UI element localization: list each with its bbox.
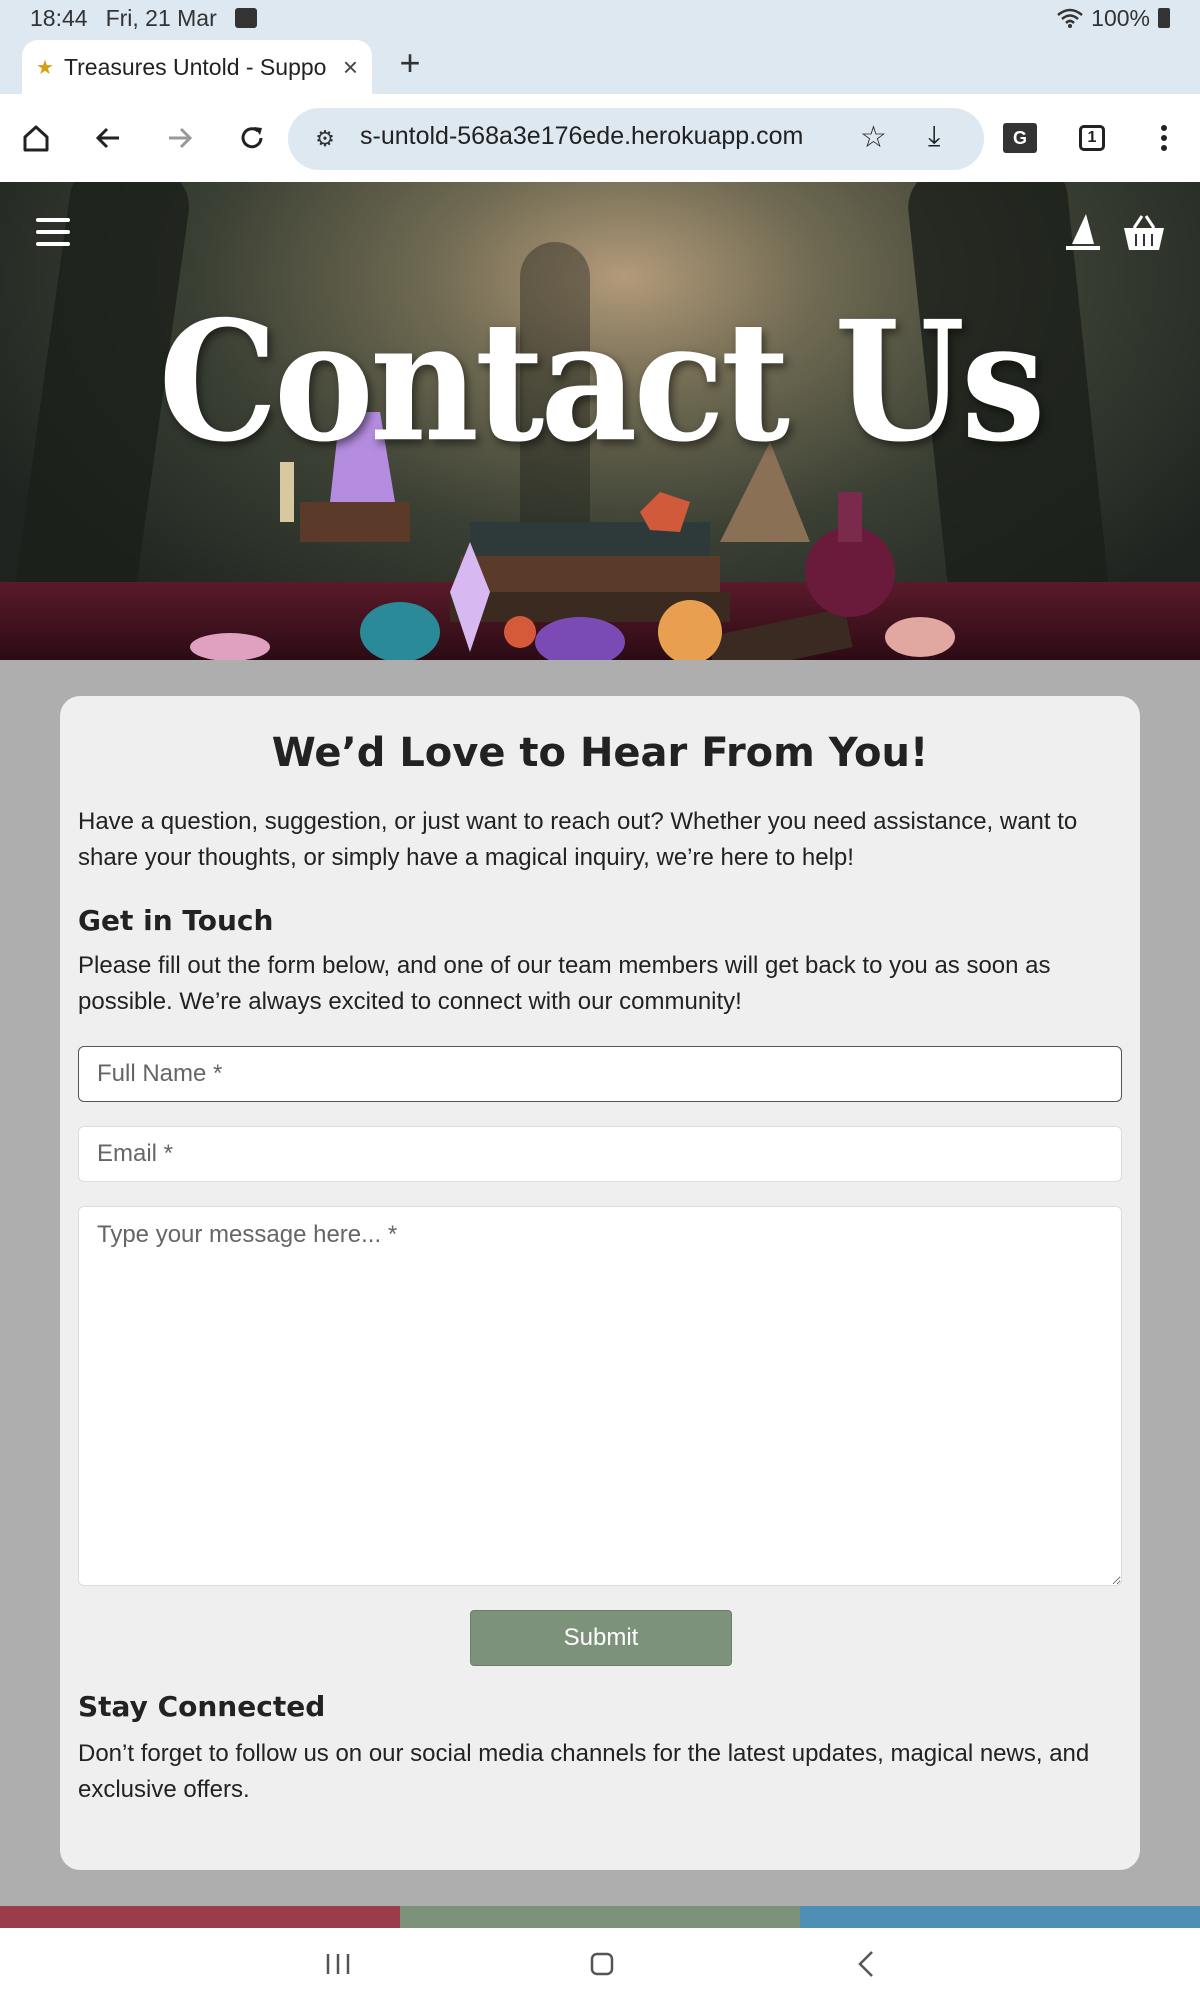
full-name-input[interactable] (78, 1046, 1122, 1102)
stay-connected-text: Don’t forget to follow us on our social … (78, 1740, 1090, 1803)
page-title: Contact Us (158, 285, 1045, 479)
status-time: 18:44 (30, 4, 88, 31)
stay-connected-heading: Stay Connected (78, 1690, 326, 1723)
bookmark-star-icon[interactable]: ☆ (860, 120, 887, 155)
intro-text: Have a question, suggestion, or just wan… (78, 808, 1078, 871)
email-input[interactable] (78, 1126, 1122, 1182)
home-button[interactable] (14, 116, 58, 160)
browser-tab[interactable]: ★ Treasures Untold - Suppo × (22, 40, 372, 94)
recent-apps-icon (326, 1954, 350, 1974)
forward-button[interactable] (158, 116, 202, 160)
address-bar[interactable]: ⚙ s-untold-568a3e176ede.herokuapp.com ☆ … (288, 108, 984, 170)
tab-strip: ★ Treasures Untold - Suppo × + (0, 36, 1200, 94)
back-nav-button[interactable] (846, 1944, 886, 1984)
home-square-icon (590, 1952, 614, 1976)
back-chevron-icon (858, 1951, 873, 1977)
wizard-hat-icon[interactable] (1064, 212, 1102, 252)
forward-arrow-icon (169, 127, 193, 149)
hero-banner: Contact Us (0, 182, 1200, 660)
get-in-touch-text: Please fill out the form below, and one … (78, 952, 1051, 1015)
home-nav-button[interactable] (582, 1944, 622, 1984)
message-textarea[interactable] (78, 1206, 1122, 1586)
footer-segment-red (0, 1906, 400, 1928)
status-date: Fri, 21 Mar (105, 4, 217, 31)
home-icon (23, 125, 49, 152)
favicon-icon: ★ (36, 56, 54, 79)
wifi-icon (1057, 8, 1083, 28)
browser-toolbar: ⚙ s-untold-568a3e176ede.herokuapp.com ☆ … (0, 94, 1200, 182)
footer-segment-blue (800, 1906, 1200, 1928)
system-nav-bar (0, 1928, 1200, 2000)
close-icon[interactable]: × (343, 52, 358, 83)
tab-count-icon: 1 (1079, 125, 1105, 151)
hamburger-menu-icon[interactable] (36, 218, 70, 246)
translate-icon: G (1003, 123, 1037, 153)
footer-strip (0, 1906, 1200, 1928)
basket-icon[interactable] (1122, 212, 1166, 252)
battery-percent: 100% (1091, 4, 1150, 31)
submit-button[interactable]: Submit (470, 1610, 732, 1666)
download-icon[interactable]: ⤓ (928, 120, 940, 153)
site-settings-icon[interactable]: ⚙ (310, 124, 340, 154)
battery-icon (1158, 8, 1170, 28)
back-arrow-icon (95, 127, 119, 149)
tab-title: Treasures Untold - Suppo (63, 53, 327, 80)
recent-apps-button[interactable] (318, 1944, 358, 1984)
reload-icon (241, 127, 263, 149)
tab-switcher-button[interactable]: 1 (1070, 116, 1114, 160)
back-button[interactable] (86, 116, 130, 160)
contact-heading: We’d Love to Hear From You! (271, 730, 929, 776)
more-vert-icon (1161, 125, 1167, 151)
get-in-touch-heading: Get in Touch (78, 904, 274, 937)
footer-segment-green (400, 1906, 800, 1928)
reload-button[interactable] (230, 116, 274, 160)
menu-button[interactable] (1142, 116, 1186, 160)
new-tab-button[interactable]: + (390, 42, 430, 84)
contact-card: We’d Love to Hear From You! Have a quest… (60, 696, 1140, 1870)
translate-button[interactable]: G (998, 116, 1042, 160)
url-text[interactable]: s-untold-568a3e176ede.herokuapp.com (360, 122, 840, 151)
image-notification-icon (234, 8, 257, 28)
status-bar: 18:44 Fri, 21 Mar 100% (0, 0, 1200, 36)
